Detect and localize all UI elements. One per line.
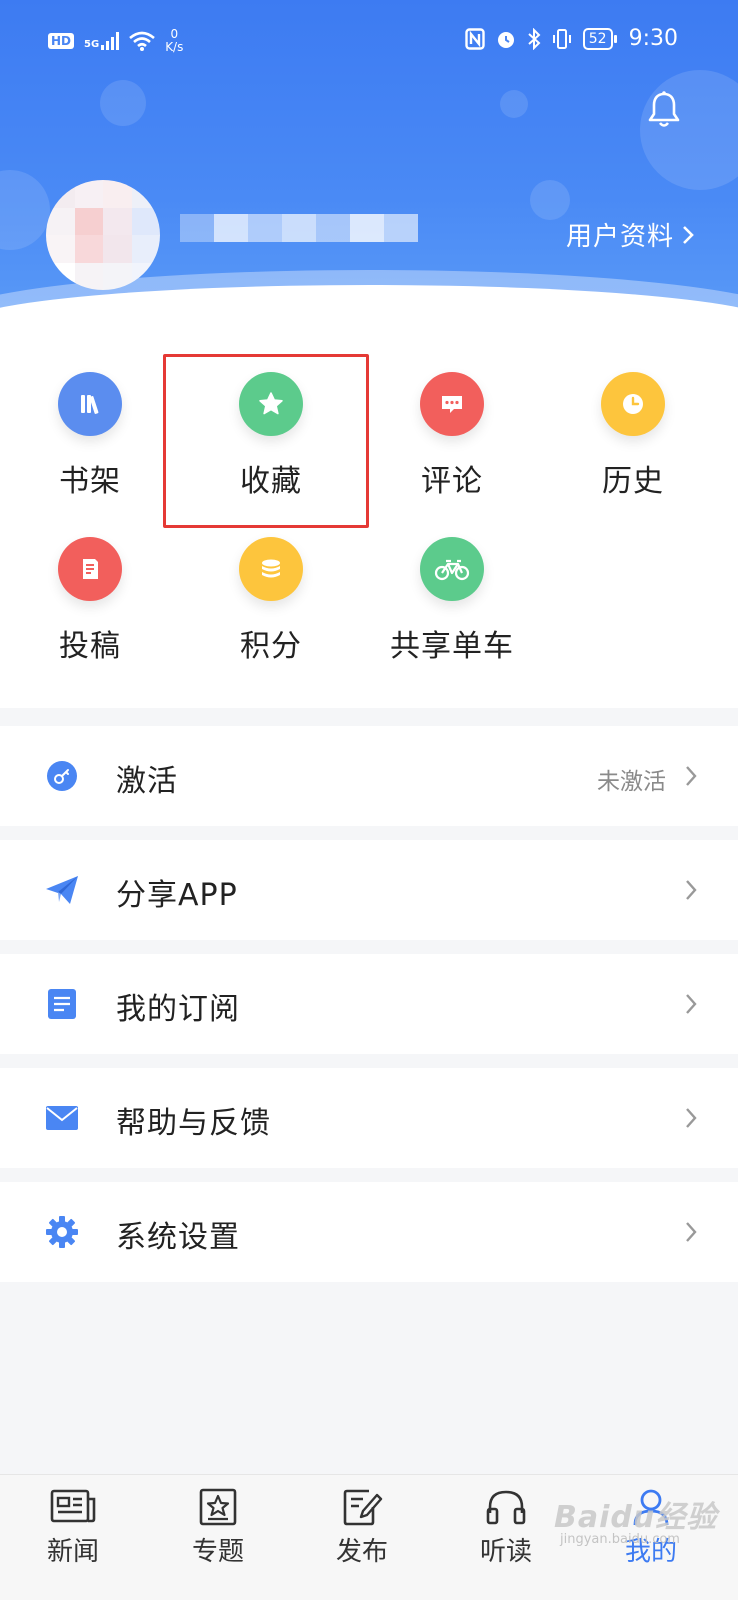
grid-label: 积分 — [240, 629, 302, 664]
grid-label: 书架 — [59, 464, 121, 499]
clock-icon — [601, 372, 665, 436]
tab-topics[interactable]: 专题 — [163, 1487, 273, 1568]
alarm-icon — [497, 31, 514, 48]
headphones-icon — [486, 1490, 526, 1525]
topic-star-icon — [199, 1488, 237, 1526]
decor-bubble — [500, 90, 528, 118]
grid-label: 历史 — [602, 464, 664, 499]
coins-icon — [239, 537, 303, 601]
username-blurred — [180, 214, 418, 242]
decor-bubble — [100, 80, 146, 126]
decor-bubble — [0, 170, 50, 250]
grid-label: 共享单车 — [390, 629, 514, 664]
decor-bubble — [530, 180, 570, 220]
grid-label: 投稿 — [59, 629, 121, 664]
baidu-watermark-url: jingyan.baidu.com — [560, 1532, 680, 1547]
menu-item-help-feedback[interactable]: 帮助与反馈 — [0, 1068, 738, 1168]
mail-icon — [46, 1106, 78, 1130]
subscription-icon — [48, 989, 76, 1019]
network-type: 5G — [84, 39, 100, 50]
tab-label: 听读 — [479, 1537, 532, 1567]
profile-header: HD 5G 0 K/s 52 9:30 用户资料 — [0, 0, 738, 330]
comment-icon — [420, 372, 484, 436]
bluetooth-icon — [528, 27, 541, 50]
menu-item-system-settings[interactable]: 系统设置 — [0, 1182, 738, 1282]
wifi-icon — [129, 31, 156, 51]
grid-item-comments[interactable]: 评论 — [377, 372, 527, 500]
menu-item-activate[interactable]: 激活 未激活 — [0, 726, 738, 826]
status-time: 9:30 — [628, 26, 678, 51]
network-speed: 0 K/s — [165, 27, 184, 54]
key-icon — [47, 761, 77, 791]
status-bar: HD 5G 0 K/s 52 9:30 — [0, 22, 738, 62]
edit-icon — [343, 1489, 383, 1526]
bookshelf-icon — [58, 372, 122, 436]
user-profile-link[interactable]: 用户资料 — [566, 216, 694, 253]
chevron-right-icon — [686, 994, 697, 1014]
notification-bell-icon[interactable] — [646, 90, 682, 130]
bicycle-icon — [420, 537, 484, 601]
chevron-right-icon — [686, 880, 697, 900]
tab-publish[interactable]: 发布 — [307, 1487, 417, 1568]
menu-label: 分享APP — [116, 878, 238, 913]
gear-icon — [46, 1216, 78, 1248]
nfc-icon — [465, 27, 485, 50]
cellular-signal-icon: 5G — [84, 32, 120, 50]
hd-badge: HD — [48, 33, 75, 49]
menu-label: 我的订阅 — [116, 992, 240, 1027]
paper-plane-icon — [46, 876, 78, 904]
decor-bubble — [640, 70, 738, 190]
tab-label: 新闻 — [46, 1537, 99, 1567]
baidu-watermark: Baidu经验 — [554, 1500, 718, 1535]
chevron-right-icon — [686, 766, 697, 786]
vibrate-icon — [552, 28, 571, 49]
menu-label: 系统设置 — [116, 1220, 240, 1255]
menu-label: 帮助与反馈 — [116, 1106, 271, 1141]
battery-indicator: 52 — [582, 27, 617, 50]
activation-status: 未激活 — [597, 769, 666, 795]
tab-news[interactable]: 新闻 — [18, 1487, 128, 1568]
menu-item-share-app[interactable]: 分享APP — [0, 840, 738, 940]
user-profile-label: 用户资料 — [565, 222, 674, 252]
grid-item-shared-bike[interactable]: 共享单车 — [377, 537, 527, 665]
menu-item-subscriptions[interactable]: 我的订阅 — [0, 954, 738, 1054]
grid-item-contribute[interactable]: 投稿 — [15, 537, 165, 665]
star-icon — [239, 372, 303, 436]
grid-label: 评论 — [421, 464, 483, 499]
tab-listen[interactable]: 听读 — [451, 1487, 561, 1568]
document-icon — [58, 537, 122, 601]
tab-label: 专题 — [191, 1537, 244, 1567]
newspaper-icon — [50, 1489, 96, 1523]
tab-label: 发布 — [335, 1537, 388, 1567]
chevron-right-icon — [686, 1222, 697, 1242]
grid-item-history[interactable]: 历史 — [558, 372, 708, 500]
grid-label: 收藏 — [240, 464, 302, 499]
chevron-right-icon — [686, 1108, 697, 1128]
avatar[interactable] — [46, 180, 160, 290]
grid-item-favorites[interactable]: 收藏 — [196, 372, 346, 500]
grid-item-points[interactable]: 积分 — [196, 537, 346, 665]
menu-label: 激活 — [116, 764, 178, 799]
grid-item-bookshelf[interactable]: 书架 — [15, 372, 165, 500]
chevron-right-icon — [683, 225, 694, 244]
